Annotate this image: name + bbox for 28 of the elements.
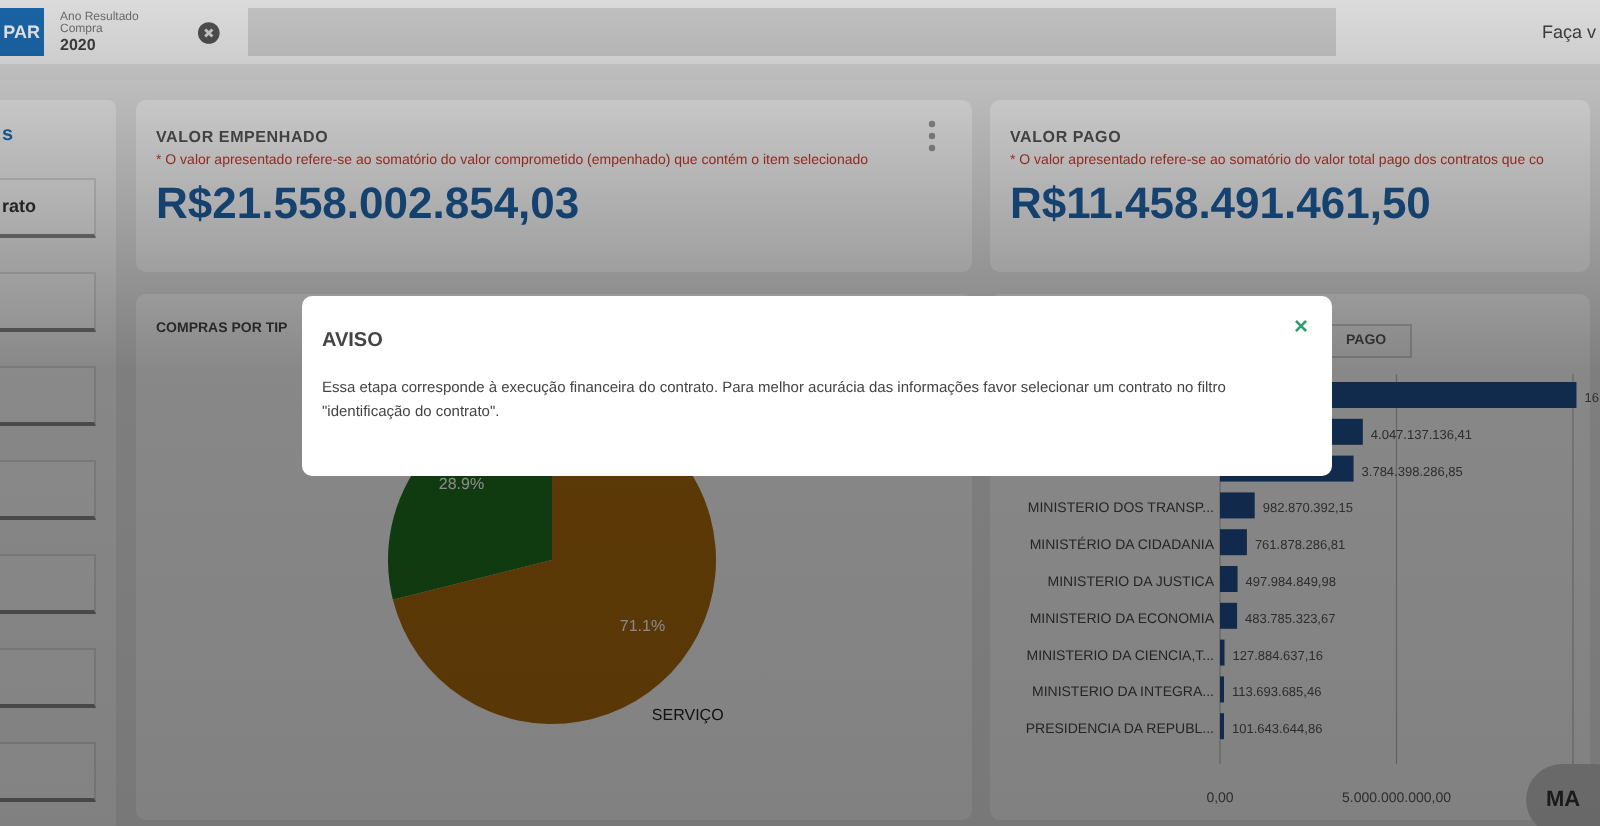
- card-title: VALOR EMPENHADO: [156, 128, 329, 146]
- dialog-title: AVISO: [322, 330, 383, 352]
- filter-field[interactable]: rato: [0, 178, 96, 238]
- card-value: R$11.458.491.461,50: [1010, 178, 1431, 230]
- close-button[interactable]: ×: [1289, 312, 1312, 340]
- more-button[interactable]: MA: [1526, 764, 1600, 826]
- slice-category-label: SERVIÇO: [651, 706, 724, 724]
- filter-value: 2020: [60, 35, 98, 53]
- filter-field[interactable]: [0, 366, 96, 426]
- hint-text: Faça v: [1541, 22, 1596, 42]
- bar: [1220, 529, 1247, 556]
- bar: [1220, 492, 1255, 519]
- filter-field[interactable]: [0, 648, 96, 708]
- filter-field[interactable]: [0, 742, 96, 802]
- more-icon[interactable]: [928, 120, 936, 152]
- bar: [1220, 566, 1238, 592]
- slice-value-label: 71.1%: [619, 616, 666, 635]
- bar: [1220, 639, 1225, 666]
- close-icon[interactable]: [198, 21, 220, 43]
- filter-field[interactable]: [0, 460, 96, 520]
- sidebar-heading: s: [2, 124, 14, 144]
- card-title: VALOR PAGO: [1010, 128, 1122, 146]
- filter-field[interactable]: [0, 272, 96, 332]
- slice-value-label: 28.9%: [438, 475, 485, 494]
- bar: [1220, 602, 1238, 629]
- clear-button[interactable]: PAR: [0, 8, 44, 56]
- filter-field[interactable]: [0, 554, 96, 614]
- card-value: R$21.558.002.854,03: [156, 178, 580, 230]
